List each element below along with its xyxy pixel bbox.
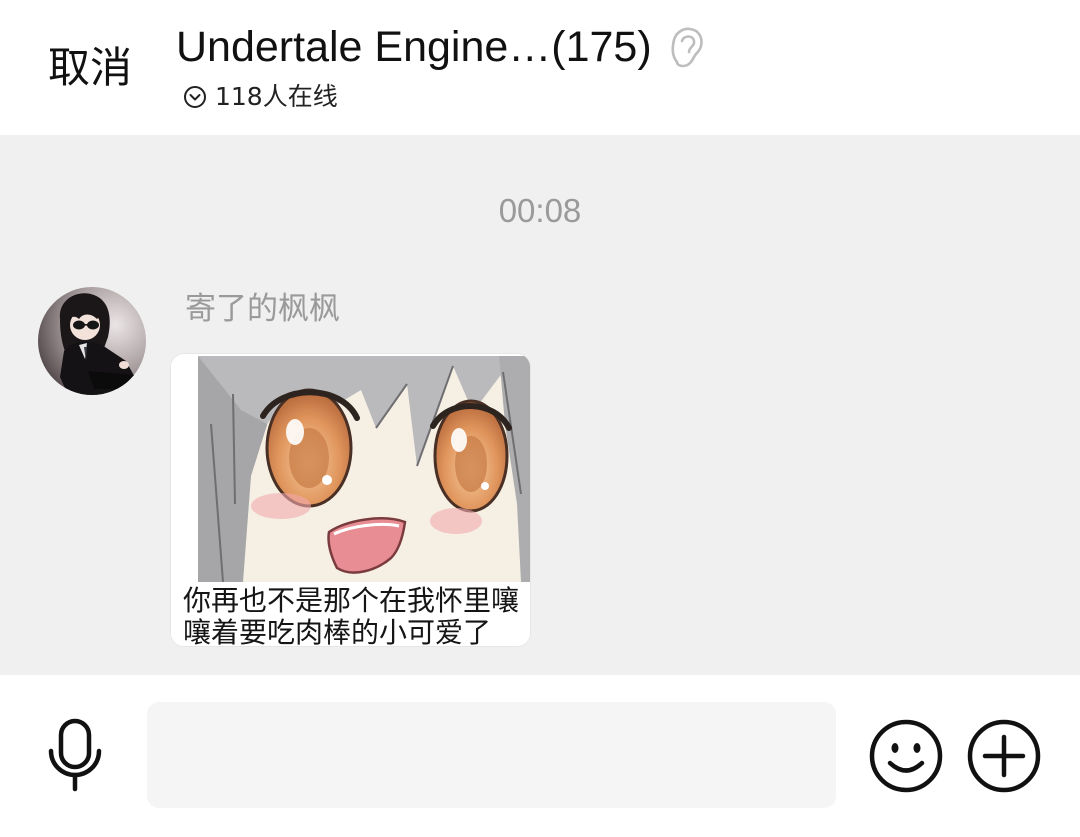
meme-caption-line: 嚷着要吃肉棒的小可爱了 xyxy=(183,616,492,647)
meme-caption-line: 你再也不是那个在我怀里嚷 xyxy=(183,584,520,617)
chevron-down-circle-icon xyxy=(184,86,206,108)
cancel-button[interactable]: 取消 xyxy=(48,40,132,96)
chat-header: 取消 Undertale Engine…(175) 118人在线 xyxy=(0,0,1080,135)
group-chat-screen: 取消 Undertale Engine…(175) 118人在线 00:08 寄… xyxy=(0,0,1080,837)
sender-avatar[interactable] xyxy=(38,287,146,395)
message-composer xyxy=(0,675,1080,837)
sender-name[interactable]: 寄了的枫枫 xyxy=(185,289,340,329)
group-title[interactable]: Undertale Engine…(175) xyxy=(176,20,652,74)
image-message[interactable]: 你再也不是那个在我怀里嚷 嚷着要吃肉棒的小可爱了 xyxy=(170,353,531,647)
microphone-icon[interactable] xyxy=(45,715,105,795)
message-list[interactable]: 00:08 寄了的枫枫 你再也不是那个在我怀里嚷 嚷着要吃肉棒的小可爱了 xyxy=(0,135,1080,675)
message-input[interactable] xyxy=(147,702,836,808)
smiley-icon[interactable] xyxy=(868,718,944,794)
message-timestamp: 00:08 xyxy=(498,192,582,229)
right-eye xyxy=(430,399,512,513)
online-status: 118人在线 xyxy=(183,83,338,111)
plus-circle-icon[interactable] xyxy=(966,718,1042,794)
avatar-image xyxy=(38,287,146,395)
ear-icon xyxy=(671,27,703,68)
online-count-text: 118人在线 xyxy=(215,82,338,111)
